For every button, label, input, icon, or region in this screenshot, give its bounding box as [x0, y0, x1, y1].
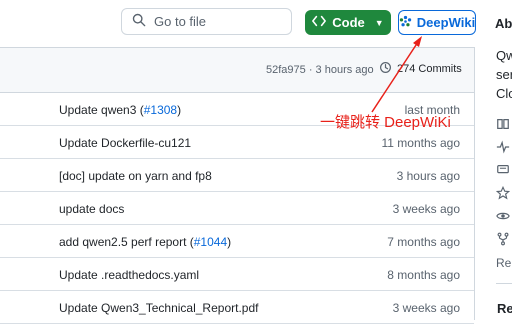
about-heading: Ab	[495, 16, 512, 31]
annotation-label: 一键跳转 DeepWiKi	[320, 114, 451, 131]
commit-age: 3 hours ago	[396, 169, 460, 183]
code-button-label: Code	[332, 15, 365, 30]
pr-link[interactable]: #1308	[144, 103, 177, 117]
eye-icon[interactable]	[496, 209, 510, 223]
history-icon	[379, 61, 392, 77]
table-row[interactable]: Update .readthedocs.yaml 8 months ago	[0, 258, 474, 291]
commits-link[interactable]: 274 Commits	[379, 61, 462, 77]
commit-age: 3 weeks ago	[392, 301, 460, 315]
table-row[interactable]: update docs 3 weeks ago	[0, 192, 474, 225]
fork-icon[interactable]	[496, 232, 510, 246]
go-to-file-search[interactable]: Go to file	[121, 8, 292, 35]
pulse-icon[interactable]	[496, 140, 510, 154]
book-icon[interactable]	[496, 117, 510, 131]
report-link[interactable]: Rep	[496, 256, 512, 270]
commit-age: 7 months ago	[387, 235, 460, 249]
search-placeholder: Go to file	[154, 14, 207, 29]
commit-message[interactable]: Update Qwen3_Technical_Report.pdf	[59, 301, 258, 315]
commit-message[interactable]: Update Dockerfile-cu121	[59, 136, 191, 150]
sidebar-divider	[496, 283, 512, 284]
chevron-down-icon: ▼	[374, 17, 384, 28]
releases-heading: Re	[497, 301, 512, 316]
commit-time: 3 hours ago	[315, 64, 374, 76]
star-icon[interactable]	[495, 185, 511, 200]
about-description-line: Qw	[496, 48, 512, 63]
commit-message[interactable]: add qwen2.5 perf report (#1044)	[59, 235, 231, 249]
commit-message[interactable]: Update .readthedocs.yaml	[59, 268, 199, 282]
deepwiki-button-label: DeepWiki	[416, 15, 476, 30]
deepwiki-logo-icon	[399, 15, 412, 31]
code-icon	[312, 15, 327, 30]
table-row[interactable]: add qwen2.5 perf report (#1044) 7 months…	[0, 225, 474, 258]
commit-age: 8 months ago	[387, 268, 460, 282]
code-button[interactable]: Code ▼	[305, 10, 391, 35]
deepwiki-button[interactable]: DeepWiki	[398, 10, 476, 35]
search-icon	[132, 13, 146, 30]
table-row[interactable]: Update Qwen3_Technical_Report.pdf 3 week…	[0, 291, 474, 324]
pr-link[interactable]: #1044	[194, 235, 227, 249]
latest-commit-bar: 52fa975 · 3 hours ago 274 Commits	[0, 48, 474, 93]
file-list: 52fa975 · 3 hours ago 274 Commits Update…	[0, 47, 475, 324]
commits-count: 274 Commits	[397, 63, 462, 75]
commit-meta: 52fa975 · 3 hours ago	[266, 64, 374, 76]
table-row[interactable]: [doc] update on yarn and fp8 3 hours ago	[0, 159, 474, 192]
about-description-line: Clo	[496, 86, 512, 101]
commit-message[interactable]: update docs	[59, 202, 124, 216]
commit-message[interactable]: Update qwen3 (#1308)	[59, 103, 181, 117]
repo-toolbar: Go to file Code ▼ DeepWiki Ab	[0, 0, 512, 46]
comment-icon[interactable]	[496, 163, 510, 177]
commit-age: 3 weeks ago	[392, 202, 460, 216]
about-description-line: ser	[496, 67, 512, 82]
commit-age: 11 months ago	[381, 136, 461, 150]
commit-message[interactable]: [doc] update on yarn and fp8	[59, 169, 212, 183]
commit-hash[interactable]: 52fa975	[266, 64, 306, 76]
